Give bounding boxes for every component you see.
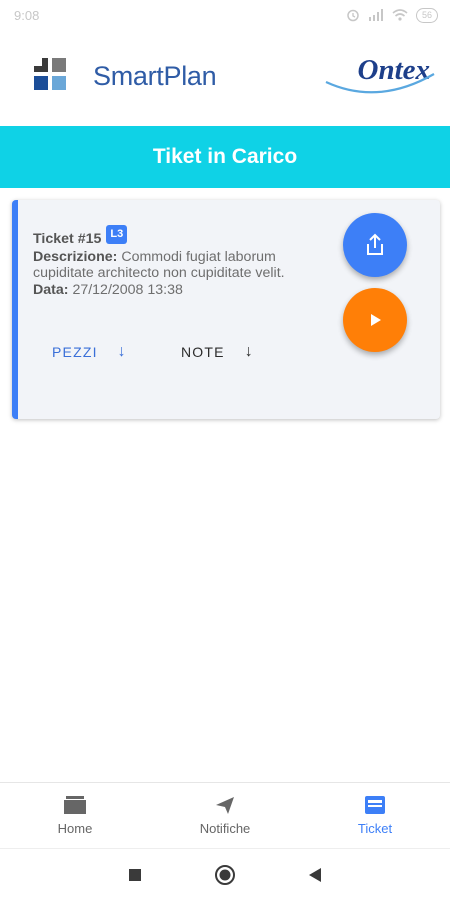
- pezzi-expand-button[interactable]: PEZZI ↓: [52, 343, 127, 361]
- ticket-description: Descrizione: Commodi fugiat laborum cupi…: [33, 249, 333, 282]
- ontex-logo: Ontex: [318, 52, 436, 106]
- alarm-icon: [347, 9, 359, 22]
- page-title: Tiket in Carico: [152, 145, 298, 168]
- nav-item-ticket[interactable]: Ticket: [300, 783, 450, 847]
- bottom-navigation: Home Notifiche Ticket: [0, 782, 450, 847]
- status-bar: 9:08 56: [0, 0, 450, 30]
- note-expand-button[interactable]: NOTE ↓: [181, 343, 254, 361]
- smartplan-logo-icon: [34, 58, 66, 90]
- ontex-swoosh-icon: [325, 73, 435, 94]
- nav-label-home: Home: [57, 820, 93, 836]
- ticket-details: Ticket #15 L3 Descrizione: Commodi fugia…: [33, 225, 333, 299]
- nav-label-notifiche: Notifiche: [199, 820, 251, 836]
- arrow-down-icon: ↓: [117, 343, 127, 360]
- status-time: 9:08: [14, 7, 40, 23]
- battery-indicator: 56: [415, 7, 438, 23]
- ticket-icon: [365, 795, 385, 814]
- recents-icon[interactable]: [128, 868, 142, 882]
- description-label: Descrizione:: [33, 248, 118, 265]
- ticket-date: Data: 27/12/2008 13:38: [33, 282, 333, 299]
- screen: 9:08 56 SmartPlan Ontex Tiket in Carico: [0, 0, 450, 900]
- ticket-card[interactable]: Ticket #15 L3 Descrizione: Commodi fugia…: [12, 200, 440, 419]
- system-navigation-bar: [0, 848, 450, 900]
- note-label: NOTE: [181, 344, 225, 360]
- start-ticket-button[interactable]: [343, 288, 407, 352]
- share-icon: [367, 233, 383, 255]
- home-circle-icon[interactable]: [214, 864, 236, 886]
- date-value: 27/12/2008 13:38: [72, 281, 183, 298]
- inbox-icon: [64, 795, 86, 814]
- send-icon: [216, 796, 234, 814]
- arrow-down-icon: ↓: [244, 343, 254, 360]
- pezzi-label: PEZZI: [52, 344, 98, 360]
- back-icon[interactable]: [308, 867, 322, 883]
- nav-item-home[interactable]: Home: [0, 783, 150, 847]
- signal-icon: [368, 9, 383, 21]
- play-icon: [371, 314, 381, 326]
- nav-label-ticket: Ticket: [357, 820, 393, 836]
- nav-item-notifiche[interactable]: Notifiche: [150, 783, 300, 847]
- date-label: Data:: [33, 281, 69, 298]
- ticket-title: Ticket #15: [33, 231, 102, 247]
- page-title-bar: Tiket in Carico: [0, 126, 450, 188]
- app-name: SmartPlan: [93, 61, 217, 91]
- share-button[interactable]: [343, 213, 407, 277]
- app-header: SmartPlan Ontex: [0, 30, 450, 126]
- level-badge: L3: [106, 225, 128, 244]
- status-icons: 56: [346, 7, 438, 23]
- ticket-title-row: Ticket #15 L3: [33, 225, 333, 249]
- wifi-icon: [392, 9, 408, 21]
